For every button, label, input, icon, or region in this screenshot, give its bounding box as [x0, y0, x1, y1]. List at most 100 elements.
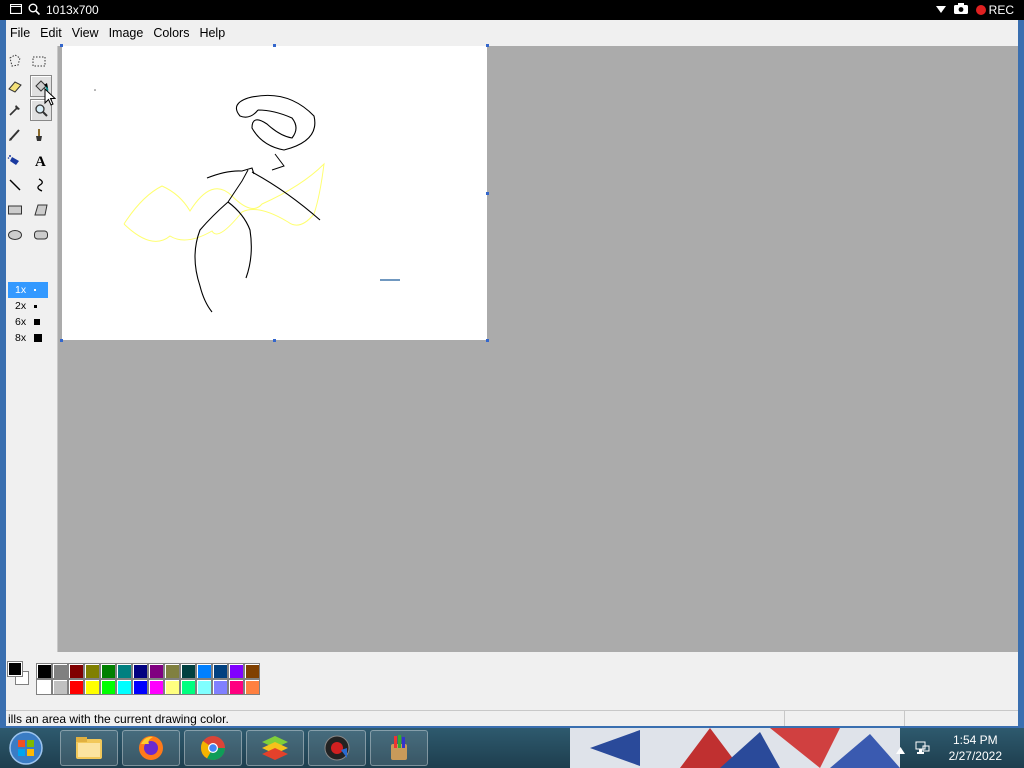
resize-handle[interactable] [60, 339, 63, 342]
menu-file[interactable]: File [8, 23, 35, 43]
size-label: 8x [15, 332, 27, 344]
resize-handle[interactable] [486, 44, 489, 47]
pencil-icon [9, 129, 20, 141]
palette-swatch[interactable] [164, 663, 180, 679]
palette-swatch[interactable] [116, 663, 132, 679]
size-dot-icon [34, 334, 43, 342]
rect-select-icon [32, 56, 46, 67]
palette-swatch[interactable] [180, 663, 196, 679]
camera-icon[interactable] [953, 3, 968, 17]
size-label: 2x [15, 300, 27, 312]
menu-edit[interactable]: Edit [35, 23, 67, 43]
palette-swatch[interactable] [148, 679, 164, 695]
foreground-color-swatch[interactable] [7, 661, 23, 677]
palette-swatch[interactable] [100, 663, 116, 679]
size-dot-icon [34, 289, 37, 291]
tool-free-form-select[interactable] [4, 50, 26, 72]
tool-rectangle[interactable] [4, 199, 26, 221]
menu-image[interactable]: Image [104, 23, 149, 43]
palette-swatch[interactable] [228, 679, 244, 695]
canvas-drawing [94, 89, 400, 313]
tool-brush[interactable] [28, 124, 50, 146]
palette-swatch[interactable] [36, 679, 52, 695]
drawing-canvas[interactable] [60, 44, 489, 342]
taskbar-app-bluestacks[interactable] [246, 730, 304, 766]
menu-help[interactable]: Help [194, 23, 230, 43]
paint-window: File Edit View Image Colors Help A 1x 2x… [0, 20, 1024, 728]
taskbar-app-recorder[interactable] [308, 730, 366, 766]
palette-swatch[interactable] [116, 679, 132, 695]
palette-swatch[interactable] [212, 679, 228, 695]
clock-time: 1:54 PM [952, 733, 998, 747]
zoom-icon[interactable] [28, 3, 41, 18]
palette-swatch[interactable] [52, 663, 68, 679]
palette-swatch[interactable] [132, 663, 148, 679]
palette-swatch[interactable] [84, 663, 100, 679]
brush-size-box: 1x 2x 6x 8x [8, 282, 48, 344]
tool-ellipse[interactable] [4, 224, 26, 246]
tool-rounded-rectangle[interactable] [30, 224, 52, 246]
mouse-cursor-icon [44, 88, 56, 106]
taskbar-app-explorer[interactable] [60, 730, 118, 766]
resize-handle[interactable] [486, 339, 489, 342]
tray-expand-icon[interactable] [896, 743, 905, 757]
palette-swatch[interactable] [228, 663, 244, 679]
tool-eraser[interactable] [4, 75, 26, 97]
palette-swatch[interactable] [244, 679, 260, 695]
clock[interactable]: 1:54 PM 2/27/2022 [949, 732, 1002, 764]
dropdown-arrow-icon[interactable] [935, 3, 946, 17]
taskbar-app-firefox[interactable] [122, 730, 180, 766]
status-size [904, 711, 1014, 726]
paint-icon [391, 735, 407, 760]
tool-polygon[interactable] [30, 199, 52, 221]
palette-swatch[interactable] [36, 663, 52, 679]
color-box [6, 652, 1018, 700]
resize-handle[interactable] [60, 44, 63, 47]
palette-swatch[interactable] [196, 663, 212, 679]
taskbar-app-chrome[interactable] [184, 730, 242, 766]
tool-text[interactable]: A [30, 149, 52, 171]
palette-swatch[interactable] [84, 679, 100, 695]
resize-handle[interactable] [486, 192, 489, 195]
palette-swatch[interactable] [68, 679, 84, 695]
palette-swatch[interactable] [132, 679, 148, 695]
tool-airbrush[interactable] [4, 149, 26, 171]
tool-select[interactable] [28, 50, 50, 72]
palette-swatch[interactable] [148, 663, 164, 679]
menu-view[interactable]: View [67, 23, 104, 43]
palette-swatch[interactable] [196, 679, 212, 695]
network-icon[interactable] [914, 740, 930, 759]
palette-swatch[interactable] [244, 663, 260, 679]
bluestacks-icon [262, 736, 288, 760]
palette-swatch[interactable] [100, 679, 116, 695]
resize-handle[interactable] [273, 339, 276, 342]
current-colors[interactable] [7, 661, 32, 690]
size-option-2x[interactable]: 2x [8, 298, 48, 314]
menu-colors[interactable]: Colors [148, 23, 194, 43]
rec-label: REC [988, 3, 1014, 17]
tool-line[interactable] [4, 174, 26, 196]
free-select-icon [9, 54, 21, 67]
taskbar-app-paint[interactable] [370, 730, 428, 766]
tool-pencil[interactable] [4, 124, 26, 146]
line-icon [9, 179, 21, 191]
tool-curve[interactable] [30, 174, 52, 196]
resize-handle[interactable] [273, 44, 276, 47]
size-option-6x[interactable]: 6x [8, 314, 48, 330]
rec-indicator[interactable]: REC [975, 3, 1014, 17]
canvas-area[interactable] [44, 44, 1018, 652]
size-option-8x[interactable]: 8x [8, 330, 48, 346]
palette-swatch[interactable] [212, 663, 228, 679]
menu-bar: File Edit View Image Colors Help [6, 22, 1018, 44]
size-option-1x[interactable]: 1x [8, 282, 48, 298]
taskbar: 1:54 PM 2/27/2022 [0, 728, 1024, 768]
start-button[interactable] [4, 730, 48, 766]
palette-swatch[interactable] [68, 663, 84, 679]
size-dot-icon [34, 304, 38, 308]
tool-pick-color[interactable] [4, 99, 26, 121]
palette-swatch[interactable] [52, 679, 68, 695]
window-icon[interactable] [9, 3, 23, 17]
palette-swatch[interactable] [180, 679, 196, 695]
brush-icon [36, 129, 42, 141]
palette-swatch[interactable] [164, 679, 180, 695]
